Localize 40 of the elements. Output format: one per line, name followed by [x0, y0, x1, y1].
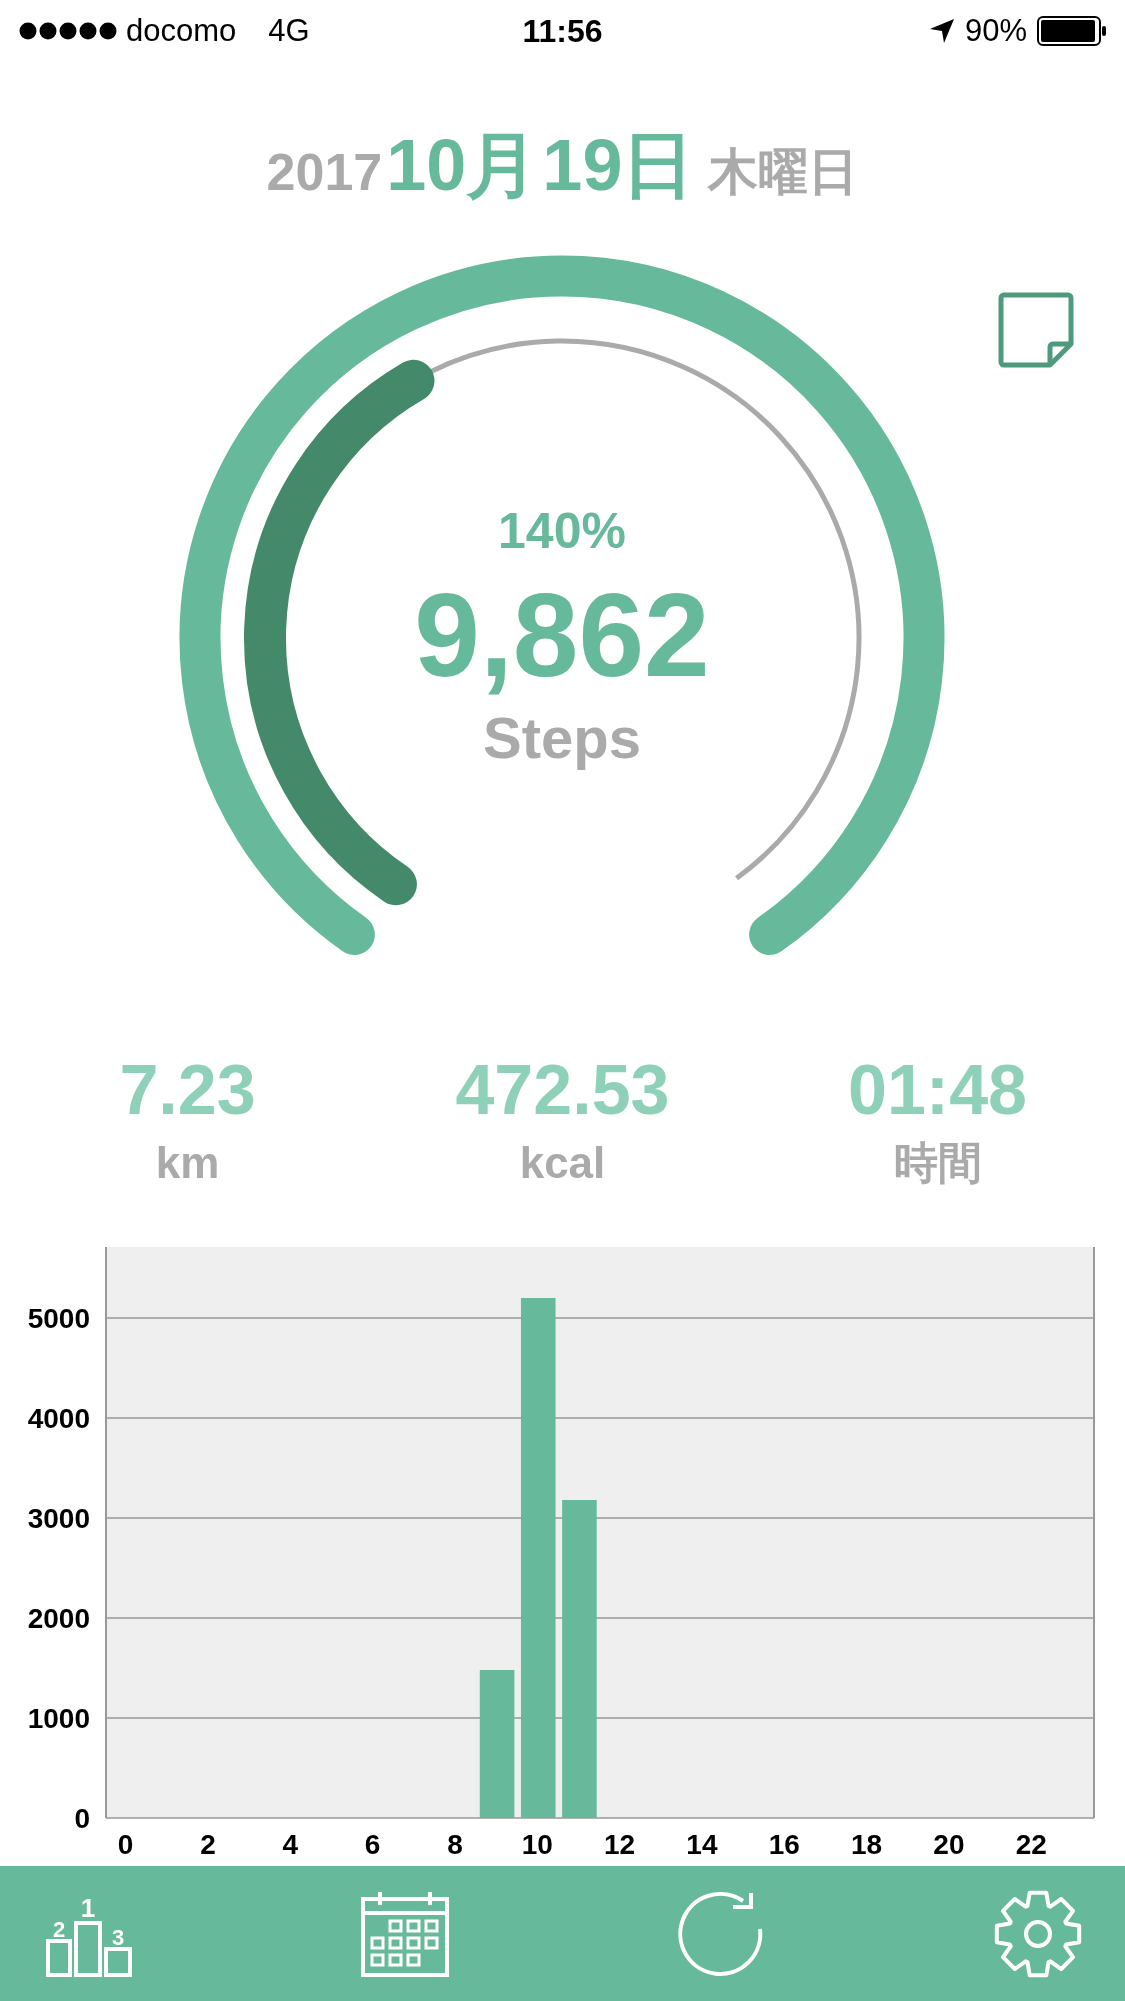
stat-unit: km	[155, 1137, 220, 1189]
stat-unit: 時間	[893, 1137, 982, 1189]
location-arrow-icon	[928, 18, 955, 44]
y-axis-label: 1000	[27, 1703, 90, 1734]
stat-value: 472.53	[455, 1050, 670, 1130]
x-axis-label: 8	[447, 1829, 463, 1860]
step-count: 9,862	[414, 569, 710, 701]
y-axis-label: 5000	[27, 1303, 90, 1334]
x-axis-label: 18	[851, 1829, 883, 1860]
clock: 11:56	[522, 12, 603, 50]
y-axis-label: 4000	[27, 1403, 90, 1434]
stat-value: 01:48	[847, 1050, 1027, 1130]
steps-label: Steps	[483, 705, 641, 770]
y-axis-label: 2000	[27, 1603, 90, 1634]
x-axis-label: 0	[117, 1829, 134, 1860]
stat-value: 7.23	[119, 1050, 256, 1130]
stat-unit: kcal	[519, 1137, 606, 1189]
x-axis-label: 12	[604, 1829, 636, 1860]
x-axis-label: 22	[1015, 1829, 1047, 1860]
y-axis-label: 3000	[27, 1503, 90, 1534]
date-year: 2017	[266, 142, 383, 202]
x-axis-label: 4	[282, 1829, 299, 1860]
x-axis-label: 14	[686, 1829, 718, 1860]
carrier-name: docomo	[126, 13, 237, 49]
signal-icon	[18, 21, 118, 41]
settings-icon[interactable]	[993, 1888, 1083, 1979]
x-axis-label: 2	[200, 1829, 216, 1860]
x-axis-label: 10	[521, 1829, 553, 1860]
y-axis-label: 0	[74, 1803, 90, 1834]
weekday: 木曜日	[708, 142, 859, 202]
battery-percent: 90%	[964, 13, 1027, 49]
note-icon[interactable]	[998, 292, 1074, 368]
date-month: 10月	[386, 124, 539, 207]
x-axis-label: 16	[768, 1829, 800, 1860]
x-axis-label: 20	[933, 1829, 965, 1860]
date-day: 19日	[542, 118, 695, 214]
goal-percent: 140%	[498, 503, 626, 559]
x-axis-label: 6	[364, 1829, 381, 1860]
battery-icon	[1037, 16, 1107, 46]
network-type: 4G	[268, 13, 310, 49]
